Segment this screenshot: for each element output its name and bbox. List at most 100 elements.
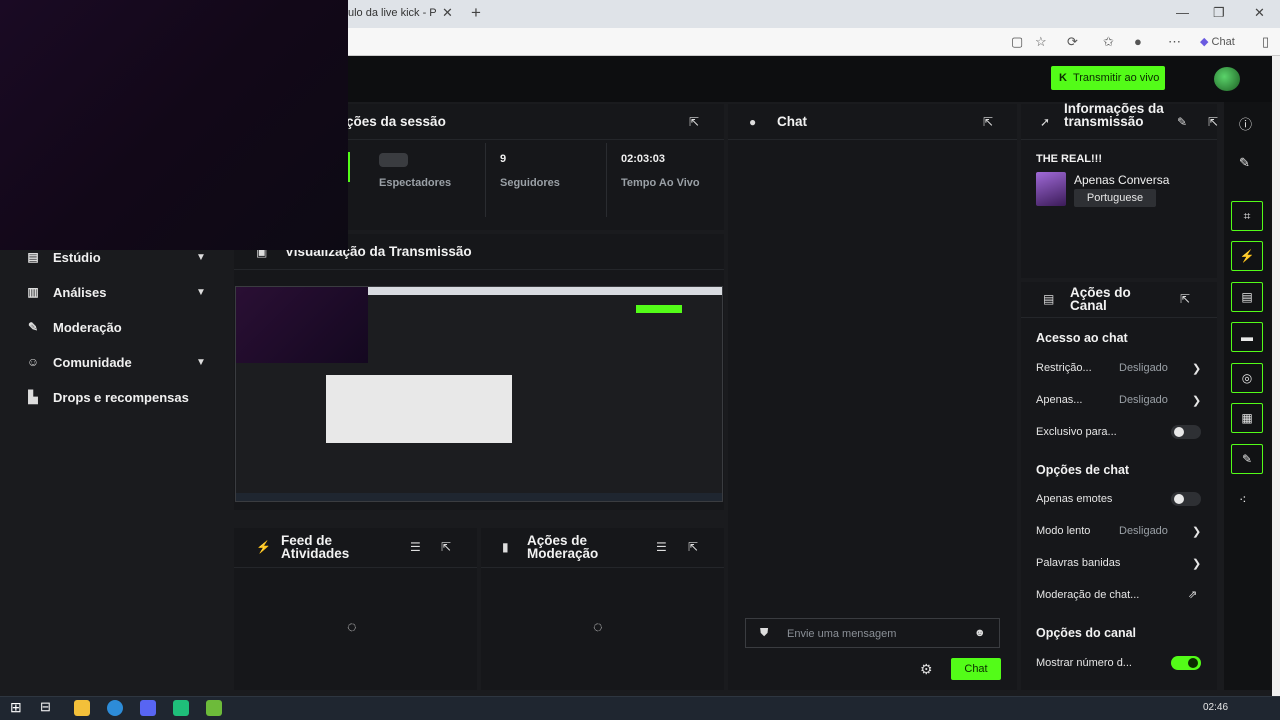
banned-words-label[interactable]: Palavras banidas [1036, 557, 1120, 569]
subscribers-only-label: Exclusivo para... [1036, 426, 1117, 438]
wrench-icon[interactable]: ✎ [1231, 444, 1263, 474]
go-live-button[interactable]: K Transmitir ao vivo [1051, 66, 1165, 90]
slow-mode-label[interactable]: Modo lento [1036, 525, 1090, 537]
app-icon[interactable] [173, 700, 189, 716]
edit-icon[interactable]: ✎ [1177, 115, 1187, 129]
chevron-right-icon[interactable]: ❯ [1192, 557, 1201, 570]
more-tools-icon[interactable]: ⁖ [1239, 492, 1247, 508]
followers-only-label[interactable]: Apenas... [1036, 394, 1082, 406]
loading-spinner-icon: ◌ [347, 619, 357, 636]
info-icon[interactable]: ⓘ [1239, 114, 1252, 133]
camera-overlay [0, 0, 348, 250]
chevron-right-icon[interactable]: ❯ [1192, 525, 1201, 538]
chevron-right-icon[interactable]: ❯ [1192, 362, 1201, 375]
refresh-icon[interactable]: ⟳ [1067, 34, 1078, 50]
explorer-icon[interactable] [74, 700, 90, 716]
divider [485, 143, 486, 217]
sidebar-toggle-icon[interactable]: ▯ [1262, 34, 1269, 50]
restriction-value: Desligado [1119, 362, 1168, 374]
chat-input[interactable]: ⛊ Envie uma mensagem ☻ [745, 618, 1000, 648]
popout-icon[interactable]: ⇱ [689, 115, 699, 129]
favorite-icon[interactable]: ☆ [1035, 34, 1047, 50]
followers-value: 9 [500, 153, 507, 165]
shield-icon: ▮ [502, 540, 509, 554]
copilot-chat-button[interactable]: ◆ Chat [1200, 35, 1235, 48]
minimize-icon[interactable]: — [1176, 5, 1189, 20]
maximize-icon[interactable]: ❐ [1213, 5, 1225, 21]
sidebar-item-analytics[interactable]: ▥ Análises ▼ [24, 282, 206, 302]
community-icon: ☺ [26, 355, 40, 369]
preview-golive [636, 305, 682, 313]
reader-icon[interactable]: ▢ [1011, 34, 1023, 50]
chevron-down-icon: ▼ [196, 356, 206, 368]
sidebar-item-moderation[interactable]: ✎ Moderação [24, 317, 122, 337]
stream-category: Apenas Conversa [1074, 173, 1170, 187]
sidebar-item-label: Comunidade [53, 354, 132, 370]
filter-icon[interactable]: ☰ [410, 540, 421, 554]
emoji-icon[interactable]: ☻ [974, 627, 986, 639]
sidebar-item-label: Drops e recompensas [53, 389, 189, 405]
loading-spinner-icon: ◌ [593, 619, 603, 636]
popout-icon[interactable]: ⇱ [1208, 115, 1218, 129]
emotes-only-toggle[interactable] [1171, 492, 1201, 506]
chart-link-icon[interactable]: ⇗ [1188, 588, 1197, 601]
scrollbar[interactable] [1272, 56, 1280, 696]
discord-icon[interactable] [140, 700, 156, 716]
activity-title: Feed de Atividades [281, 533, 350, 561]
category-thumbnail [1036, 172, 1066, 206]
layout-icon[interactable]: ▦ [1231, 403, 1263, 433]
window-close-icon[interactable]: ✕ [1254, 5, 1265, 21]
restriction-label[interactable]: Restrição... [1036, 362, 1092, 374]
close-tab-icon[interactable]: ✕ [442, 5, 453, 21]
chat-send-button[interactable]: Chat [951, 658, 1001, 680]
subscribers-only-toggle[interactable] [1171, 425, 1201, 439]
live-time-value: 02:03:03 [621, 153, 666, 165]
taskbar [0, 696, 1280, 720]
copilot-icon: ◆ [1200, 36, 1209, 48]
chat-options-heading: Opções de chat [1036, 463, 1130, 477]
windows-start-icon[interactable]: ⊞ [10, 699, 22, 716]
stream-preview[interactable] [235, 286, 723, 502]
chat-moderation-label[interactable]: Moderação de chat... [1036, 589, 1139, 601]
popout-icon[interactable]: ⇱ [688, 540, 698, 554]
show-count-toggle[interactable] [1171, 656, 1201, 670]
studio-icon: ▤ [27, 250, 39, 264]
popout-icon[interactable]: ⇱ [1180, 292, 1190, 306]
chat-bubble-icon: ● [749, 115, 757, 129]
sidebar-item-drops[interactable]: ▙ Drops e recompensas [24, 387, 189, 407]
popout-icon[interactable]: ⇱ [441, 540, 451, 554]
broadcast-icon[interactable]: ◎ [1231, 363, 1263, 393]
chevron-right-icon[interactable]: ❯ [1192, 394, 1201, 407]
task-view-icon[interactable]: ⊟ [40, 699, 51, 715]
profile-icon[interactable]: ● [1134, 34, 1142, 49]
info-arrow-icon: ➚ [1040, 115, 1051, 129]
scan-icon[interactable]: ⌗ [1231, 201, 1263, 231]
filter-icon[interactable]: ☰ [656, 540, 667, 554]
preview-browser-bar [368, 287, 722, 295]
game-icon[interactable] [206, 700, 222, 716]
chat-icon[interactable]: ▬ [1231, 322, 1263, 352]
right-toolbar [1224, 102, 1272, 690]
viewers-label: Espectadores [379, 177, 452, 189]
kick-logo-icon: K [1059, 72, 1067, 84]
edge-icon[interactable] [107, 700, 123, 716]
new-tab-icon[interactable]: + [471, 3, 481, 23]
chat-access-heading: Acesso ao chat [1036, 331, 1128, 345]
emotes-only-label: Apenas emotes [1036, 493, 1113, 505]
edit-icon[interactable]: ✎ [1239, 155, 1250, 171]
gear-icon[interactable]: ⚙ [920, 661, 933, 678]
notes-icon[interactable]: ▤ [1231, 282, 1263, 312]
drops-icon: ▙ [28, 390, 38, 404]
slow-mode-value: Desligado [1119, 525, 1168, 537]
lightning-icon[interactable]: ⚡ [1231, 241, 1263, 271]
chat-panel [728, 104, 1017, 690]
popout-icon[interactable]: ⇱ [983, 115, 993, 129]
sidebar-item-studio[interactable]: ▤ Estúdio ▼ [24, 247, 206, 267]
channel-options-heading: Opções do canal [1036, 626, 1137, 640]
preview-overlay [236, 287, 368, 363]
favorites-icon[interactable]: ✩ [1103, 34, 1114, 50]
live-time-label: Tempo Ao Vivo [621, 177, 700, 189]
avatar[interactable] [1214, 67, 1240, 91]
more-icon[interactable]: ⋯ [1168, 34, 1181, 50]
sidebar-item-community[interactable]: ☺ Comunidade ▼ [24, 352, 206, 372]
